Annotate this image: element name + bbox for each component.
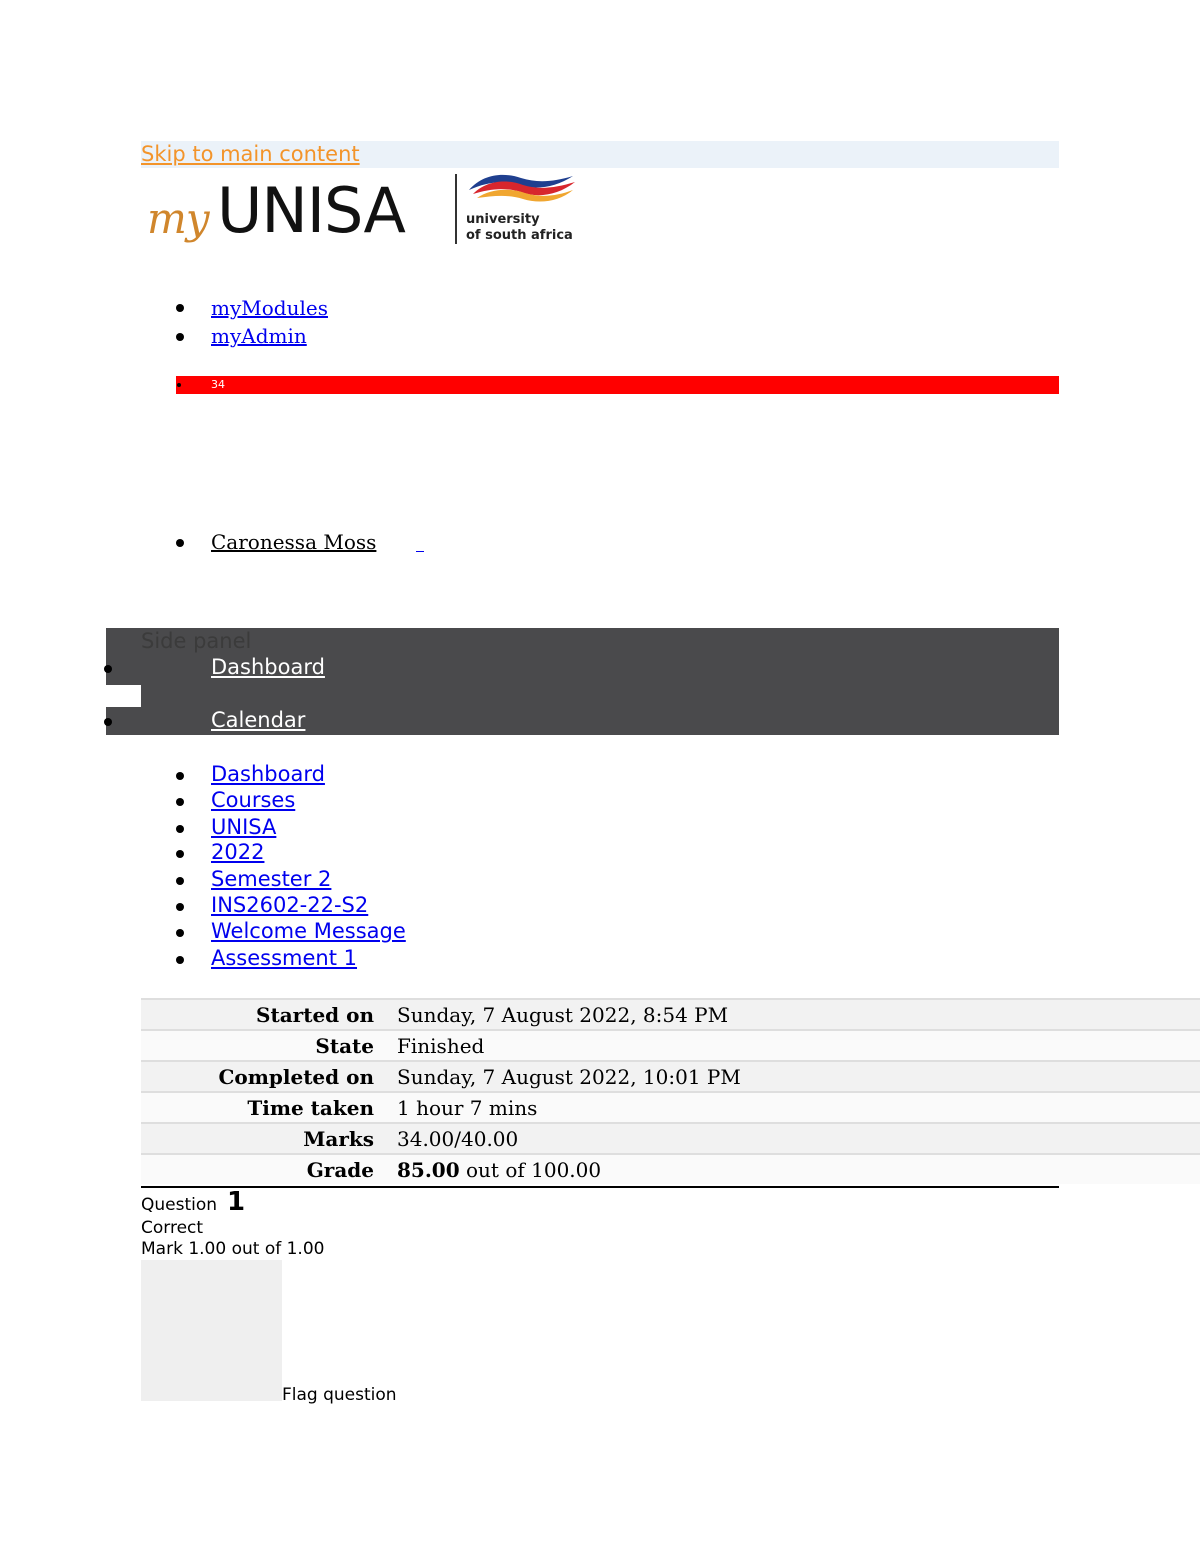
flag-question-label[interactable]: Flag question — [282, 1385, 397, 1405]
breadcrumb-dashboard[interactable]: Dashboard — [211, 762, 325, 786]
nav-mymodules-link[interactable]: myModules — [211, 296, 328, 320]
summary-value: Sunday, 7 August 2022, 10:01 PM — [385, 1060, 1200, 1092]
user-menu-name[interactable]: Caronessa Moss — [211, 530, 376, 554]
breadcrumb-courses[interactable]: Courses — [211, 788, 295, 812]
side-panel-gap — [106, 685, 141, 707]
table-row: Grade 85.00 out of 100.00 — [141, 1153, 1200, 1184]
notification-count-badge[interactable]: 34 — [211, 377, 225, 393]
grade-value: 85.00 — [397, 1157, 460, 1182]
question-number: 1 — [227, 1187, 246, 1217]
summary-label: Grade — [141, 1153, 385, 1184]
list-bullet — [176, 333, 184, 341]
list-bullet — [177, 383, 181, 387]
list-bullet — [176, 850, 184, 858]
breadcrumb-semester-2[interactable]: Semester 2 — [211, 867, 331, 891]
attempt-summary-table: Started on Sunday, 7 August 2022, 8:54 P… — [141, 998, 1200, 1184]
list-bullet — [104, 665, 112, 673]
myunisa-logo[interactable]: my UNISA university of south africa — [141, 170, 581, 270]
breadcrumb-course-code[interactable]: INS2602-22-S2 — [211, 893, 368, 917]
table-row: Marks 34.00/40.00 — [141, 1122, 1200, 1154]
list-bullet — [176, 956, 184, 964]
summary-label: State — [141, 1029, 385, 1061]
summary-value: 85.00 out of 100.00 — [385, 1153, 1200, 1184]
flag-question-icon[interactable] — [141, 1260, 282, 1401]
list-bullet — [176, 304, 184, 312]
logo-tagline-1: university — [466, 212, 540, 227]
summary-value: 1 hour 7 mins — [385, 1091, 1200, 1123]
summary-bottom-rule — [141, 1186, 1059, 1188]
summary-label: Completed on — [141, 1060, 385, 1092]
list-bullet — [176, 825, 184, 833]
logo-my-text: my — [147, 194, 210, 243]
list-bullet — [176, 539, 184, 547]
summary-value: Sunday, 7 August 2022, 8:54 PM — [385, 998, 1200, 1030]
table-row: State Finished — [141, 1029, 1200, 1061]
question-label: Question — [141, 1195, 218, 1215]
table-row: Time taken 1 hour 7 mins — [141, 1091, 1200, 1123]
nav-myadmin-link[interactable]: myAdmin — [211, 324, 307, 348]
breadcrumb-2022[interactable]: 2022 — [211, 840, 264, 864]
question-state: Correct — [141, 1218, 204, 1238]
table-row: Completed on Sunday, 7 August 2022, 10:0… — [141, 1060, 1200, 1092]
side-panel-title: Side panel — [141, 629, 252, 653]
logo-separator — [455, 174, 457, 244]
summary-label: Started on — [141, 998, 385, 1030]
summary-label: Time taken — [141, 1091, 385, 1123]
summary-value: 34.00/40.00 — [385, 1122, 1200, 1154]
grade-suffix: out of 100.00 — [459, 1157, 602, 1182]
side-panel-calendar-link[interactable]: Calendar — [211, 708, 305, 732]
breadcrumb-welcome-message[interactable]: Welcome Message — [211, 919, 406, 943]
question-mark: Mark 1.00 out of 1.00 — [141, 1239, 325, 1259]
list-bullet — [176, 798, 184, 806]
list-bullet — [176, 772, 184, 780]
summary-label: Marks — [141, 1122, 385, 1154]
list-bullet — [104, 718, 112, 726]
breadcrumb-unisa[interactable]: UNISA — [211, 815, 276, 839]
notification-bar[interactable] — [176, 376, 1059, 394]
list-bullet — [176, 877, 184, 885]
logo-tagline-2: of south africa — [466, 228, 573, 243]
skip-to-main-content-link[interactable]: Skip to main content — [141, 141, 360, 168]
table-row: Started on Sunday, 7 August 2022, 8:54 P… — [141, 998, 1200, 1030]
side-panel-dashboard-link[interactable]: Dashboard — [211, 655, 325, 679]
list-bullet — [176, 929, 184, 937]
list-bullet — [176, 903, 184, 911]
breadcrumb-assessment-1[interactable]: Assessment 1 — [211, 946, 357, 970]
unisa-flag-icon — [469, 174, 575, 202]
logo-brand-text: UNISA — [217, 174, 406, 247]
summary-value: Finished — [385, 1029, 1200, 1061]
user-menu-toggle[interactable] — [416, 551, 424, 552]
